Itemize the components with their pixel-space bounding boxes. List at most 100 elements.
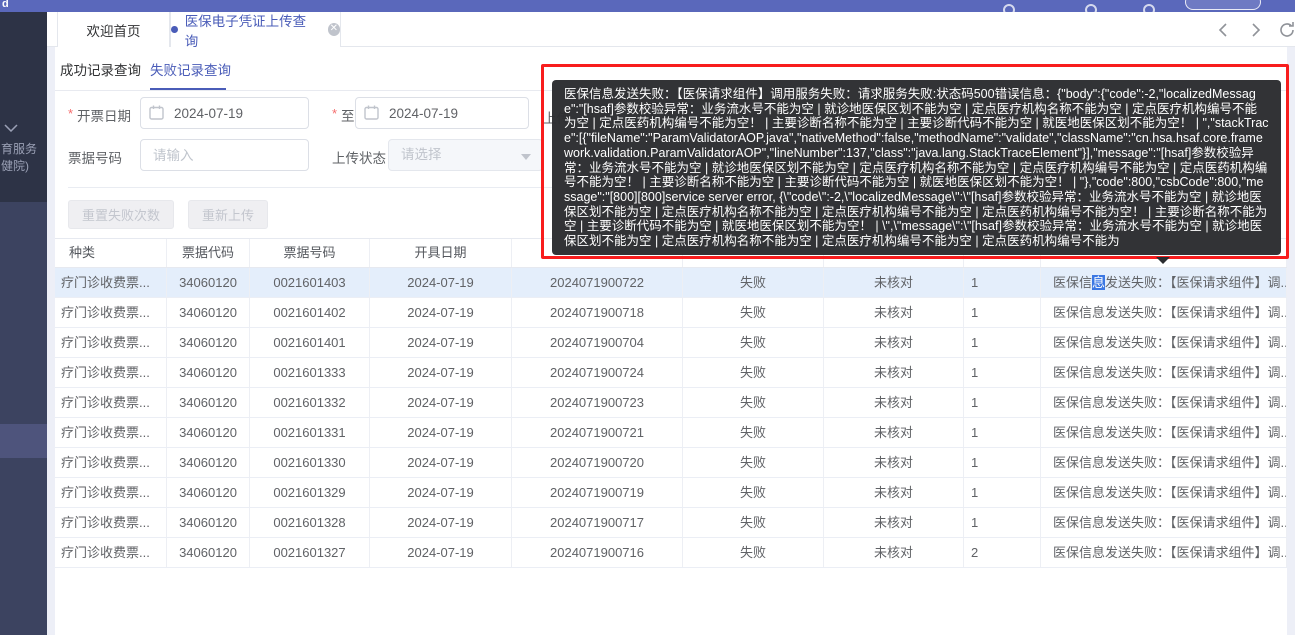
table-row[interactable]: 疗门诊收费票... 34060120 0021601327 2024-07-19 202… — [55, 538, 1287, 568]
table-cell: 34060120 — [167, 388, 250, 417]
table-row[interactable]: 疗门诊收费票... 34060120 0021601328 2024-07-19 202… — [55, 508, 1287, 538]
table-cell: 未核对 — [824, 418, 964, 447]
tab-label: 欢迎首页 — [86, 23, 141, 39]
table-cell: 医保信息发送失败：【医保请求组件】调... — [1041, 508, 1287, 537]
table-cell: 疗门诊收费票... — [55, 298, 167, 327]
subtab-failed[interactable]: 失败记录查询 — [150, 59, 231, 87]
table-cell: 0021601327 — [250, 538, 370, 567]
table-cell: 失败 — [683, 268, 824, 297]
date-to-field[interactable] — [355, 97, 529, 129]
tab-welcome[interactable]: 欢迎首页 — [57, 12, 170, 47]
table-cell: 未核对 — [824, 328, 964, 357]
table-cell: 1 — [964, 508, 1041, 537]
table-cell: 失败 — [683, 478, 824, 507]
table-cell: 2024071900721 — [512, 418, 683, 447]
table-row[interactable]: 疗门诊收费票... 34060120 0021601403 2024-07-19 202… — [55, 268, 1287, 298]
calendar-icon — [149, 105, 164, 120]
tooltip-arrow-icon — [1156, 257, 1170, 264]
table-cell: 未核对 — [824, 448, 964, 477]
table-cell: 1 — [964, 388, 1041, 417]
table-cell: 医保信息发送失败：【医保请求组件】调... — [1041, 388, 1287, 417]
table-row[interactable]: 疗门诊收费票... 34060120 0021601402 2024-07-19 202… — [55, 298, 1287, 328]
table-row[interactable]: 疗门诊收费票... 34060120 0021601401 2024-07-19 202… — [55, 328, 1287, 358]
sidebar-item-active[interactable] — [0, 424, 47, 458]
bill-number-field[interactable] — [140, 139, 309, 171]
table-row[interactable]: 疗门诊收费票... 34060120 0021601333 2024-07-19 202… — [55, 358, 1287, 388]
topbar-pill-button[interactable] — [1185, 0, 1261, 10]
table-cell: 1 — [964, 358, 1041, 387]
date-to-input[interactable] — [355, 97, 529, 129]
date-from-input[interactable] — [140, 97, 309, 129]
back-icon[interactable] — [1215, 21, 1233, 39]
reupload-button[interactable]: 重新上传 — [188, 200, 268, 229]
table-cell: 2024071900723 — [512, 388, 683, 417]
table-cell: 2024-07-19 — [370, 478, 512, 507]
topbar-icon-3[interactable] — [1143, 4, 1155, 16]
table-row[interactable]: 疗门诊收费票... 34060120 0021601331 2024-07-19 202… — [55, 418, 1287, 448]
table-cell: 2024-07-19 — [370, 538, 512, 567]
table-cell: 34060120 — [167, 418, 250, 447]
forward-icon[interactable] — [1246, 21, 1264, 39]
tab-upload-query[interactable]: 医保电子凭证上传查询 ✕ — [170, 12, 341, 49]
select-placeholder: 请选择 — [401, 147, 442, 162]
table-cell: 0021601328 — [250, 508, 370, 537]
logo-fragment: d — [2, 0, 9, 10]
required-asterisk: * — [68, 106, 74, 121]
table-cell: 失败 — [683, 298, 824, 327]
table-cell: 1 — [964, 418, 1041, 447]
table-cell: 0021601331 — [250, 418, 370, 447]
table-cell: 34060120 — [167, 478, 250, 507]
table-cell: 34060120 — [167, 508, 250, 537]
table-cell: 2 — [964, 538, 1041, 567]
bill-number-label: 票据号码 — [68, 151, 122, 166]
chevron-down-icon[interactable] — [4, 124, 18, 132]
table-cell: 2024-07-19 — [370, 268, 512, 297]
bill-number-input[interactable] — [140, 139, 309, 171]
table-row[interactable]: 疗门诊收费票... 34060120 0021601330 2024-07-19 202… — [55, 448, 1287, 478]
topbar: d — [0, 0, 1295, 16]
table-cell: 医保信息发送失败：【医保请求组件】调... — [1041, 328, 1287, 357]
records-table: 种类 票据代码 票据号码 开具日期 疗门诊收费票... 34060120 002160140… — [55, 238, 1287, 568]
table-cell: 疗门诊收费票... — [55, 478, 167, 507]
table-cell: 0021601329 — [250, 478, 370, 507]
subtab-success[interactable]: 成功记录查询 — [60, 59, 141, 87]
reset-fail-count-button[interactable]: 重置失败次数 — [68, 200, 174, 229]
table-cell: 0021601332 — [250, 388, 370, 417]
selected-text: 息 — [1092, 275, 1106, 290]
app-root: d 育服务 健院) 欢迎首页 医保电子凭证上传查询 ✕ 成功记录查询 失败记录查… — [0, 0, 1295, 635]
table-cell: 2024071900716 — [512, 538, 683, 567]
column-header: 票据代码 — [167, 239, 250, 267]
table-cell: 疗门诊收费票... — [55, 448, 167, 477]
table-cell: 34060120 — [167, 538, 250, 567]
sidebar-menu-fragment[interactable]: 育服务 — [1, 140, 37, 157]
table-cell: 未核对 — [824, 478, 964, 507]
sidebar-menu-fragment[interactable]: 健院) — [1, 157, 29, 174]
calendar-icon — [364, 105, 379, 120]
table-cell: 0021601402 — [250, 298, 370, 327]
column-header: 票据号码 — [250, 239, 370, 267]
subtab-label: 失败记录查询 — [150, 63, 231, 78]
upload-status-select[interactable]: 请选择 — [388, 139, 543, 171]
table-cell: 1 — [964, 268, 1041, 297]
date-from-field[interactable] — [140, 97, 309, 129]
table-cell: 失败 — [683, 418, 824, 447]
table-cell: 2024-07-19 — [370, 328, 512, 357]
table-cell: 2024071900722 — [512, 268, 683, 297]
table-cell: 2024071900718 — [512, 298, 683, 327]
table-row[interactable]: 疗门诊收费票... 34060120 0021601332 2024-07-19 202… — [55, 388, 1287, 418]
active-tab-dot-icon — [171, 26, 178, 33]
table-cell: 失败 — [683, 358, 824, 387]
table-cell: 2024-07-19 — [370, 298, 512, 327]
table-cell: 1 — [964, 298, 1041, 327]
tab-close-icon[interactable]: ✕ — [327, 23, 340, 36]
table-cell: 2024071900720 — [512, 448, 683, 477]
table-row[interactable]: 疗门诊收费票... 34060120 0021601329 2024-07-19 202… — [55, 478, 1287, 508]
required-asterisk: * — [332, 106, 338, 121]
tab-label: 医保电子凭证上传查询 — [184, 13, 307, 49]
table-cell: 未核对 — [824, 268, 964, 297]
table-cell: 失败 — [683, 448, 824, 477]
topbar-icon-1[interactable] — [1003, 4, 1015, 16]
refresh-icon[interactable] — [1278, 21, 1295, 39]
table-cell: 未核对 — [824, 388, 964, 417]
topbar-icon-2[interactable] — [1085, 4, 1097, 16]
